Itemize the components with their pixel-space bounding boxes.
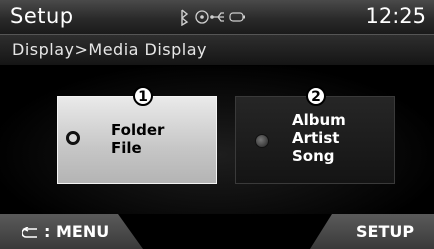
radio-unselected[interactable] <box>255 134 269 148</box>
option-1-label: Folder File <box>111 121 164 157</box>
option-2-line: Song <box>292 147 335 165</box>
breadcrumb-bar: Display>Media Display <box>0 35 434 65</box>
option-2-line: Artist <box>292 129 340 147</box>
menu-label: : MENU <box>44 222 110 241</box>
radio-selected[interactable] <box>66 131 80 145</box>
option-2-line: Album <box>292 111 346 129</box>
breadcrumb: Display>Media Display <box>12 40 207 59</box>
option-1-line: File <box>111 139 142 157</box>
option-1-line: Folder <box>111 121 165 139</box>
setup-label: SETUP <box>356 222 415 241</box>
usb-icon <box>210 12 224 22</box>
menu-button[interactable]: : MENU <box>0 214 143 249</box>
status-icons <box>181 9 245 26</box>
disc-icon <box>195 10 209 24</box>
clock: 12:25 <box>365 4 426 28</box>
back-arrow-icon <box>22 226 37 238</box>
battery-icon <box>229 12 245 22</box>
screen-title: Setup <box>10 4 74 28</box>
bluetooth-icon <box>181 9 189 26</box>
option-1-number-badge: 1 <box>133 86 153 106</box>
option-2-number-badge: 2 <box>306 86 326 106</box>
title-bar: Setup 12:25 <box>0 0 434 35</box>
option-2-label: Album Artist Song <box>292 111 346 165</box>
